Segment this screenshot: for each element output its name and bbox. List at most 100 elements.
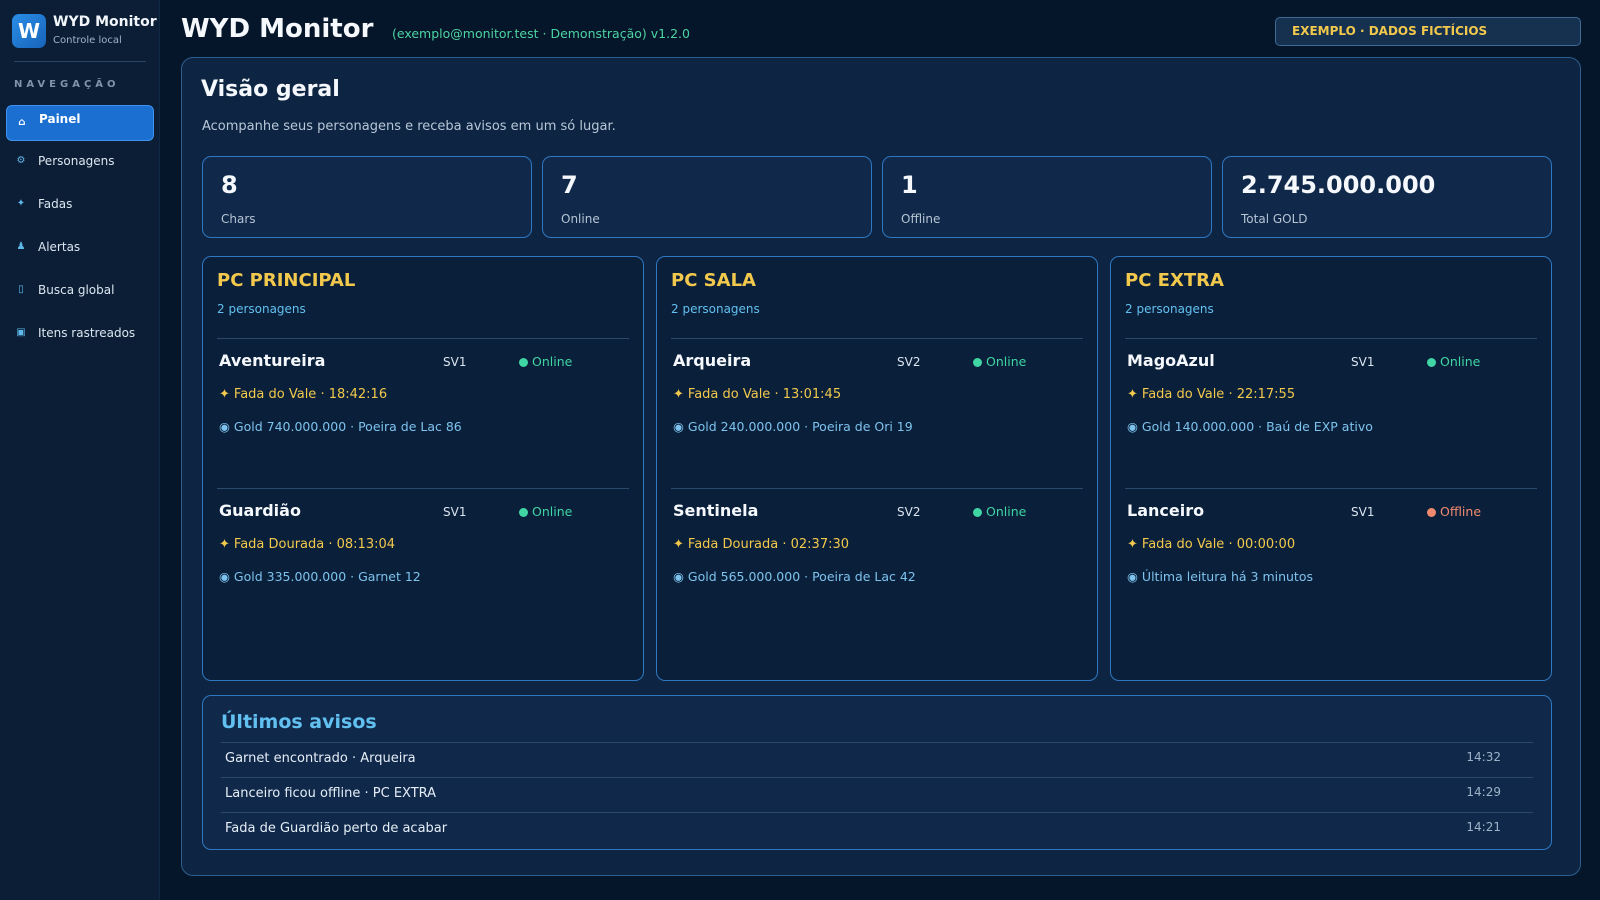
brand-title: WYD Monitor (53, 14, 157, 30)
stat-card-total-gold: 2.745.000.000 Total GOLD (1222, 156, 1552, 238)
alert-row[interactable]: Fada de Guardião perto de acabar 14:21 (221, 812, 1533, 847)
character-fada: ✦ Fada Dourada · 08:13:04 (219, 537, 395, 552)
account-version-info: (exemplo@monitor.test · Demonstração) v1… (392, 26, 690, 41)
alert-row[interactable]: Garnet encontrado · Arqueira 14:32 (221, 742, 1533, 777)
sidebar: W WYD Monitor Controle local NAVEGAÇÃO ⌂… (0, 0, 160, 900)
stat-label: Chars (221, 212, 256, 226)
coin-icon: ◉ (219, 569, 230, 584)
character-entry[interactable]: Sentinela SV2 Online ✦ Fada Dourada · 02:… (671, 488, 1083, 638)
info-text: Gold 140.000.000 · Baú de EXP ativo (1141, 419, 1373, 434)
character-info: ◉ Gold 335.000.000 · Garnet 12 (219, 569, 421, 584)
sparkle-icon: ✦ (16, 198, 26, 209)
pc-count: 2 personagens (671, 302, 760, 316)
sparkle-icon: ✦ (673, 387, 684, 402)
stat-value: 1 (901, 171, 918, 199)
alert-row[interactable]: Lanceiro ficou offline · PC EXTRA 14:29 (221, 777, 1533, 812)
status-text: Offline (1440, 504, 1482, 519)
sparkle-icon: ✦ (1127, 537, 1138, 552)
brand[interactable]: W WYD Monitor Controle local (12, 13, 157, 49)
character-fada: ✦ Fada do Vale · 18:42:16 (219, 387, 387, 402)
sidebar-item-fadas[interactable]: ✦ Fadas (6, 187, 154, 223)
status-text: Online (986, 354, 1027, 369)
status-text: Online (986, 504, 1027, 519)
brand-logo: W (12, 14, 46, 48)
alert-time: 14:29 (1466, 785, 1501, 799)
pc-title: PC EXTRA (1125, 270, 1224, 291)
character-entry[interactable]: Arqueira SV2 Online ✦ Fada do Vale · 13:0… (671, 338, 1083, 488)
status-text: Online (532, 504, 573, 519)
info-text: Gold 335.000.000 · Garnet 12 (233, 569, 421, 584)
character-server: SV1 (443, 505, 467, 519)
fada-text: Fada Dourada · 08:13:04 (233, 537, 396, 552)
character-name: Sentinela (673, 501, 759, 520)
search-icon: ▯ (18, 284, 24, 295)
fada-text: Fada do Vale · 22:17:55 (1141, 387, 1296, 402)
sparkle-icon: ✦ (219, 387, 230, 402)
stat-card-offline: 1 Offline (882, 156, 1212, 238)
demo-badge: EXEMPLO · DADOS FICTÍCIOS (1275, 17, 1581, 46)
sidebar-item-label: Personagens (38, 154, 115, 168)
status-dot-icon (1427, 357, 1436, 367)
coin-icon: ◉ (1127, 419, 1138, 434)
fada-text: Fada do Vale · 13:01:45 (687, 387, 842, 402)
status-dot-icon (519, 507, 528, 517)
alert-text: Fada de Guardião perto de acabar (225, 821, 448, 836)
status-text: Online (532, 354, 573, 369)
stat-label: Offline (901, 212, 941, 226)
status-text: Online (1440, 354, 1481, 369)
character-info: ◉ Gold 740.000.000 · Poeira de Lac 86 (219, 419, 462, 434)
status-badge: Online (1427, 354, 1480, 369)
sidebar-item-label: Painel (39, 112, 81, 126)
sidebar-item-itens-rastreados[interactable]: ▣ Itens rastreados (6, 316, 154, 352)
character-entry[interactable]: Guardião SV1 Online ✦ Fada Dourada · 08:1… (217, 488, 629, 638)
page-title: Visão geral (201, 77, 340, 102)
status-badge: Offline (1427, 504, 1481, 519)
sidebar-item-busca-global[interactable]: ▯ Busca global (6, 273, 154, 309)
character-entry[interactable]: Aventureira SV1 Online ✦ Fada do Vale · 1… (217, 338, 629, 488)
info-text: Gold 240.000.000 · Poeira de Ori 19 (687, 419, 913, 434)
gear-icon: ⚙ (16, 155, 26, 166)
alert-time: 14:32 (1466, 750, 1501, 764)
status-dot-icon (1427, 507, 1436, 517)
alert-time: 14:21 (1466, 820, 1501, 834)
pc-title: PC SALA (671, 270, 756, 291)
character-fada: ✦ Fada do Vale · 22:17:55 (1127, 387, 1295, 402)
pc-count: 2 personagens (217, 302, 306, 316)
alert-text: Lanceiro ficou offline · PC EXTRA (225, 786, 437, 801)
pc-card-extra: PC EXTRA 2 personagens MagoAzul SV1 Onli… (1110, 256, 1552, 681)
sidebar-item-painel[interactable]: ⌂ Painel (6, 105, 154, 141)
stat-card-chars: 8 Chars (202, 156, 532, 238)
character-entry[interactable]: MagoAzul SV1 Online ✦ Fada do Vale · 22:1… (1125, 338, 1537, 488)
sparkle-icon: ✦ (219, 537, 230, 552)
brand-subtitle: Controle local (53, 35, 122, 46)
status-badge: Online (519, 504, 572, 519)
sparkle-icon: ✦ (673, 537, 684, 552)
pc-card-sala: PC SALA 2 personagens Arqueira SV2 Onlin… (656, 256, 1098, 681)
home-icon: ⌂ (18, 117, 26, 128)
sidebar-divider (14, 61, 146, 62)
character-fada: ✦ Fada Dourada · 02:37:30 (673, 537, 849, 552)
character-server: SV2 (897, 505, 921, 519)
status-badge: Online (973, 504, 1026, 519)
sidebar-item-personagens[interactable]: ⚙ Personagens (6, 144, 154, 180)
fada-text: Fada do Vale · 18:42:16 (233, 387, 388, 402)
character-server: SV2 (897, 355, 921, 369)
person-icon: ♟ (16, 241, 26, 252)
character-entry[interactable]: Lanceiro SV1 Offline ✦ Fada do Vale · 00:… (1125, 488, 1537, 638)
character-name: MagoAzul (1127, 351, 1215, 370)
status-dot-icon (519, 357, 528, 367)
stat-value: 2.745.000.000 (1241, 171, 1436, 199)
character-name: Guardião (219, 501, 301, 520)
sidebar-item-label: Itens rastreados (38, 326, 136, 340)
sidebar-item-label: Busca global (38, 283, 115, 297)
character-info: ◉ Gold 565.000.000 · Poeira de Lac 42 (673, 569, 916, 584)
sparkle-icon: ✦ (1127, 387, 1138, 402)
box-icon: ▣ (16, 327, 26, 338)
nav-heading: NAVEGAÇÃO (14, 79, 120, 90)
app-title: WYD Monitor (181, 14, 374, 44)
sidebar-item-alertas[interactable]: ♟ Alertas (6, 230, 154, 266)
sidebar-item-label: Alertas (38, 240, 81, 254)
character-server: SV1 (1351, 355, 1375, 369)
character-info: ◉ Gold 140.000.000 · Baú de EXP ativo (1127, 419, 1373, 434)
fada-text: Fada do Vale · 00:00:00 (1141, 537, 1296, 552)
